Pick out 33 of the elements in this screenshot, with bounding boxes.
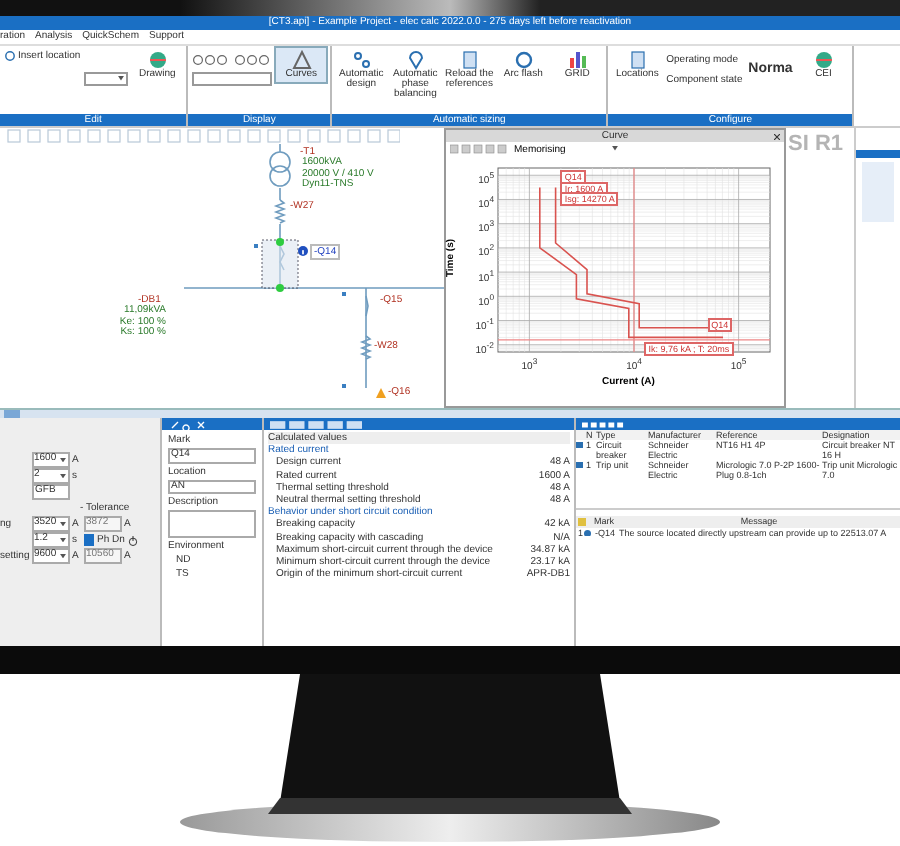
power-icon[interactable] — [127, 535, 138, 545]
document-icon — [459, 50, 480, 70]
caret-icon — [60, 473, 66, 479]
input-field[interactable] — [168, 510, 256, 538]
checkbox[interactable] — [83, 534, 94, 546]
document-icon — [627, 50, 648, 70]
flag-icon — [578, 517, 586, 526]
component-icon — [576, 441, 583, 449]
view-tabs-icon[interactable] — [270, 419, 362, 429]
caret-icon — [612, 146, 618, 152]
caret-icon — [118, 76, 125, 82]
triangle-icon — [291, 50, 312, 70]
globe-icon — [813, 50, 834, 70]
dropdown-field[interactable] — [84, 72, 129, 86]
caret-icon — [60, 553, 66, 559]
sheet-label: SI R1 — [788, 132, 844, 156]
circle-icon — [513, 50, 534, 70]
caret-icon — [60, 457, 66, 463]
info-icon — [584, 529, 591, 536]
caret-icon — [60, 537, 66, 543]
zoom-tools-icon[interactable] — [192, 54, 273, 66]
warning-icon — [376, 388, 386, 398]
circle-icon — [4, 50, 16, 62]
bars-icon — [567, 50, 588, 70]
component-icon — [576, 461, 583, 469]
close-icon[interactable] — [774, 133, 780, 139]
globe-icon — [147, 50, 168, 70]
info-icon — [298, 246, 308, 256]
caret-icon — [60, 521, 66, 527]
toolbar-icons[interactable] — [450, 144, 510, 154]
zoom-field[interactable] — [192, 72, 273, 86]
toolbar-icons[interactable] — [582, 419, 626, 429]
nodes-icon — [351, 50, 372, 70]
